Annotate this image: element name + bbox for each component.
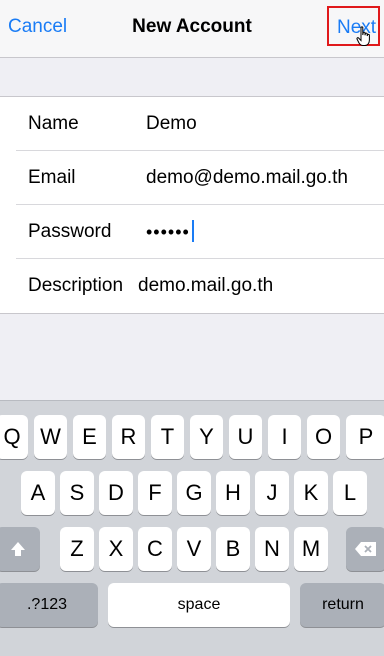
- key-n[interactable]: N: [255, 527, 289, 571]
- description-label: Description: [28, 275, 124, 296]
- key-k[interactable]: K: [294, 471, 328, 515]
- key-c[interactable]: C: [138, 527, 172, 571]
- key-l[interactable]: L: [333, 471, 367, 515]
- account-form: Name Demo Email demo@demo.mail.go.th Pas…: [0, 96, 384, 314]
- key-a[interactable]: A: [21, 471, 55, 515]
- key-h[interactable]: H: [216, 471, 250, 515]
- key-q[interactable]: Q: [0, 415, 28, 459]
- key-x[interactable]: X: [99, 527, 133, 571]
- delete-key[interactable]: [346, 527, 384, 571]
- shift-arrow-icon: [11, 542, 25, 556]
- key-t[interactable]: T: [151, 415, 184, 459]
- return-key[interactable]: return: [300, 583, 384, 627]
- key-p[interactable]: P: [346, 415, 384, 459]
- name-field[interactable]: Demo: [146, 113, 197, 135]
- key-b[interactable]: B: [216, 527, 250, 571]
- navigation-bar: Cancel New Account Next: [0, 0, 384, 58]
- key-y[interactable]: Y: [190, 415, 223, 459]
- backspace-icon: [355, 542, 376, 556]
- password-row[interactable]: Password ••••••: [0, 205, 384, 259]
- space-key[interactable]: space: [108, 583, 290, 627]
- password-field[interactable]: ••••••: [146, 220, 194, 244]
- key-w[interactable]: W: [34, 415, 67, 459]
- key-o[interactable]: O: [307, 415, 340, 459]
- onscreen-keyboard: Q W E R T Y U I O P A S D F G H J K L Z …: [0, 400, 384, 656]
- key-j[interactable]: J: [255, 471, 289, 515]
- key-u[interactable]: U: [229, 415, 262, 459]
- key-i[interactable]: I: [268, 415, 301, 459]
- key-s[interactable]: S: [60, 471, 94, 515]
- hand-cursor-icon: [356, 26, 370, 46]
- password-label: Password: [28, 221, 112, 242]
- description-field[interactable]: demo.mail.go.th: [138, 275, 273, 297]
- key-m[interactable]: M: [294, 527, 328, 571]
- key-v[interactable]: V: [177, 527, 211, 571]
- description-row[interactable]: Description demo.mail.go.th: [0, 259, 384, 313]
- key-g[interactable]: G: [177, 471, 211, 515]
- email-label: Email: [28, 167, 76, 188]
- key-d[interactable]: D: [99, 471, 133, 515]
- email-row[interactable]: Email demo@demo.mail.go.th: [0, 151, 384, 205]
- email-field[interactable]: demo@demo.mail.go.th: [146, 167, 348, 189]
- numbers-key[interactable]: .?123: [0, 583, 98, 627]
- name-row[interactable]: Name Demo: [0, 97, 384, 151]
- text-caret: [191, 220, 194, 243]
- shift-key[interactable]: [0, 527, 40, 571]
- name-label: Name: [28, 113, 79, 134]
- key-e[interactable]: E: [73, 415, 106, 459]
- section-spacer: [0, 58, 384, 96]
- key-f[interactable]: F: [138, 471, 172, 515]
- password-dots: ••••••: [146, 222, 190, 242]
- key-r[interactable]: R: [112, 415, 145, 459]
- key-z[interactable]: Z: [60, 527, 94, 571]
